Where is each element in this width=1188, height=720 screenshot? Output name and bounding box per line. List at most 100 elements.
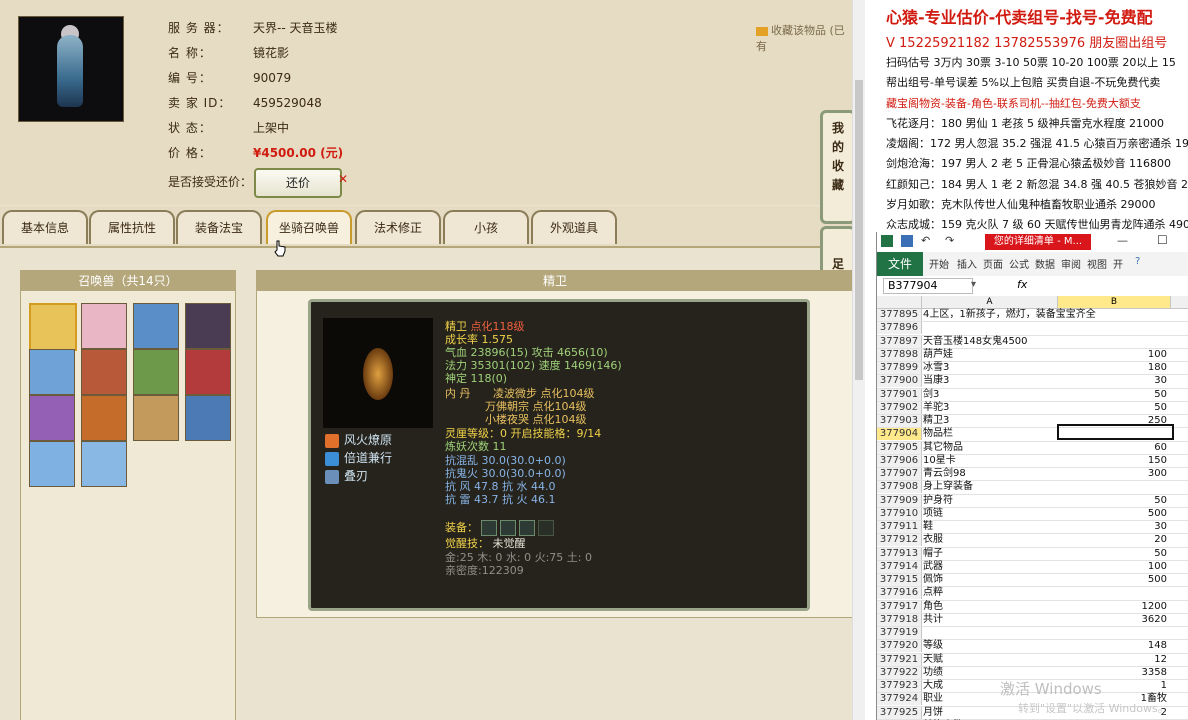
cell-a[interactable]: 葫芦娃	[923, 349, 1057, 361]
ribbon-tab-dev[interactable]: 开	[1113, 256, 1123, 271]
row-number[interactable]: 377921	[877, 653, 922, 666]
equip-slot-icon[interactable]	[500, 520, 516, 536]
cell-a[interactable]: 点粹	[923, 587, 1057, 599]
cell-b[interactable]: 1200	[1059, 601, 1167, 613]
row-number[interactable]: 377912	[877, 534, 922, 547]
summon-icon[interactable]	[185, 395, 231, 441]
tab-appearance[interactable]: 外观道具	[531, 210, 617, 244]
row-number[interactable]: 377924	[877, 693, 922, 706]
cell-a[interactable]: 共计	[923, 614, 1057, 626]
tab-basic-info[interactable]: 基本信息	[2, 210, 88, 244]
cell-b[interactable]: 500	[1059, 508, 1167, 520]
row-number[interactable]: 377920	[877, 640, 922, 653]
tab-child[interactable]: 小孩	[443, 210, 529, 244]
cell-b[interactable]: 3358	[1059, 667, 1167, 679]
maximize-icon[interactable]: ☐	[1157, 233, 1168, 247]
cell-a[interactable]: 功绩	[923, 667, 1057, 679]
dropdown-icon[interactable]: ▾	[971, 279, 976, 290]
cell-a[interactable]: 羊驼3	[923, 402, 1057, 414]
row-number[interactable]: 377897	[877, 335, 922, 348]
cell-b[interactable]: 50	[1059, 402, 1167, 414]
cell-a[interactable]: 天音玉楼148女鬼4500	[923, 336, 1057, 348]
row-number[interactable]: 377925	[877, 706, 922, 719]
summon-icon[interactable]	[29, 349, 75, 395]
row-number[interactable]: 377916	[877, 587, 922, 600]
favorite-link[interactable]: 收藏该物品 (已有	[756, 22, 852, 54]
cell-b[interactable]: 3620	[1059, 614, 1167, 626]
row-number[interactable]: 377895	[877, 309, 922, 321]
summon-icon[interactable]	[133, 303, 179, 349]
skill-item[interactable]: 倍道兼行	[325, 450, 392, 466]
cell-a[interactable]: 10星卡	[923, 455, 1057, 467]
row-number[interactable]: 377900	[877, 375, 922, 388]
row-number[interactable]: 377906	[877, 454, 922, 467]
tab-mounts-summons[interactable]: 坐骑召唤兽	[266, 210, 352, 244]
ribbon-tab-file[interactable]: 文件	[877, 252, 923, 276]
summon-icon[interactable]	[185, 303, 231, 349]
row-number[interactable]: 377911	[877, 521, 922, 533]
cell-a[interactable]: 鞋	[923, 521, 1057, 533]
cell-a[interactable]: 项链	[923, 508, 1057, 520]
summon-icon[interactable]	[133, 349, 179, 395]
cell-b[interactable]: 150	[1059, 455, 1167, 467]
cell-a[interactable]: 当康3	[923, 375, 1057, 387]
cell-b[interactable]: 180	[1059, 362, 1167, 374]
row-number[interactable]: 377899	[877, 362, 922, 374]
row-number[interactable]: 377903	[877, 415, 922, 427]
close-icon[interactable]: ✕	[338, 172, 348, 186]
row-number[interactable]: 377917	[877, 600, 922, 613]
cell-a[interactable]: 帽子	[923, 548, 1057, 560]
equip-slot-icon[interactable]	[481, 520, 497, 536]
undo-icon[interactable]: ↶	[921, 234, 930, 247]
cell-b[interactable]: 148	[1059, 640, 1167, 652]
row-number[interactable]: 377901	[877, 388, 922, 401]
row-number[interactable]: 377904	[877, 428, 922, 441]
vertical-scrollbar[interactable]	[852, 0, 865, 720]
cell-a[interactable]: 天赋	[923, 654, 1057, 666]
row-number[interactable]: 377898	[877, 348, 922, 361]
row-number[interactable]: 377910	[877, 507, 922, 520]
save-icon[interactable]	[901, 235, 913, 247]
ribbon-tab-page[interactable]: 页面	[983, 256, 1003, 271]
cell-a[interactable]: 剑3	[923, 389, 1057, 401]
row-number[interactable]: 377922	[877, 666, 922, 679]
tab-equipment[interactable]: 装备法宝	[176, 210, 262, 244]
cell-a[interactable]: 精卫3	[923, 415, 1057, 427]
name-box[interactable]: B377904	[883, 278, 973, 294]
cell-b[interactable]: 30	[1059, 521, 1167, 533]
cell-b[interactable]: 12	[1059, 654, 1167, 666]
row-number[interactable]: 377902	[877, 401, 922, 414]
ribbon-tab-view[interactable]: 视图	[1087, 256, 1107, 271]
ribbon-tab-insert[interactable]: 插入	[957, 256, 977, 271]
cell-b[interactable]: 500	[1059, 574, 1167, 586]
row-number[interactable]: 377909	[877, 494, 922, 507]
cell-b[interactable]: 300	[1059, 468, 1167, 480]
cell-a[interactable]: 角色	[923, 601, 1057, 613]
row-number[interactable]: 377907	[877, 468, 922, 480]
row-number[interactable]: 377923	[877, 680, 922, 692]
help-icon[interactable]: ?	[1135, 256, 1140, 267]
formula-input[interactable]	[1037, 278, 1187, 293]
summon-icon[interactable]	[185, 349, 231, 395]
summon-icon[interactable]	[81, 303, 127, 349]
summon-icon[interactable]	[81, 395, 127, 441]
cell-b[interactable]: 50	[1059, 495, 1167, 507]
cell-b[interactable]: 50	[1059, 389, 1167, 401]
cell-b[interactable]: 30	[1059, 375, 1167, 387]
cell-b[interactable]: 100	[1059, 349, 1167, 361]
minimize-icon[interactable]: —	[1117, 234, 1128, 247]
cell-a[interactable]: 护身符	[923, 495, 1057, 507]
corner-cell[interactable]	[877, 296, 922, 308]
redo-icon[interactable]: ↷	[945, 234, 954, 247]
cell-b[interactable]: 60	[1059, 442, 1167, 454]
summon-icon[interactable]	[133, 395, 179, 441]
tab-spell-correction[interactable]: 法术修正	[355, 210, 441, 244]
row-number[interactable]: 377913	[877, 547, 922, 560]
cell-a[interactable]: 其它物品	[923, 442, 1057, 454]
summon-icon[interactable]	[81, 441, 127, 487]
cell-a[interactable]: 等级	[923, 640, 1057, 652]
tab-attributes[interactable]: 属性抗性	[89, 210, 175, 244]
skill-item[interactable]: 风火燎原	[325, 432, 392, 448]
equip-slot-icon[interactable]	[519, 520, 535, 536]
summon-icon[interactable]	[29, 303, 77, 351]
